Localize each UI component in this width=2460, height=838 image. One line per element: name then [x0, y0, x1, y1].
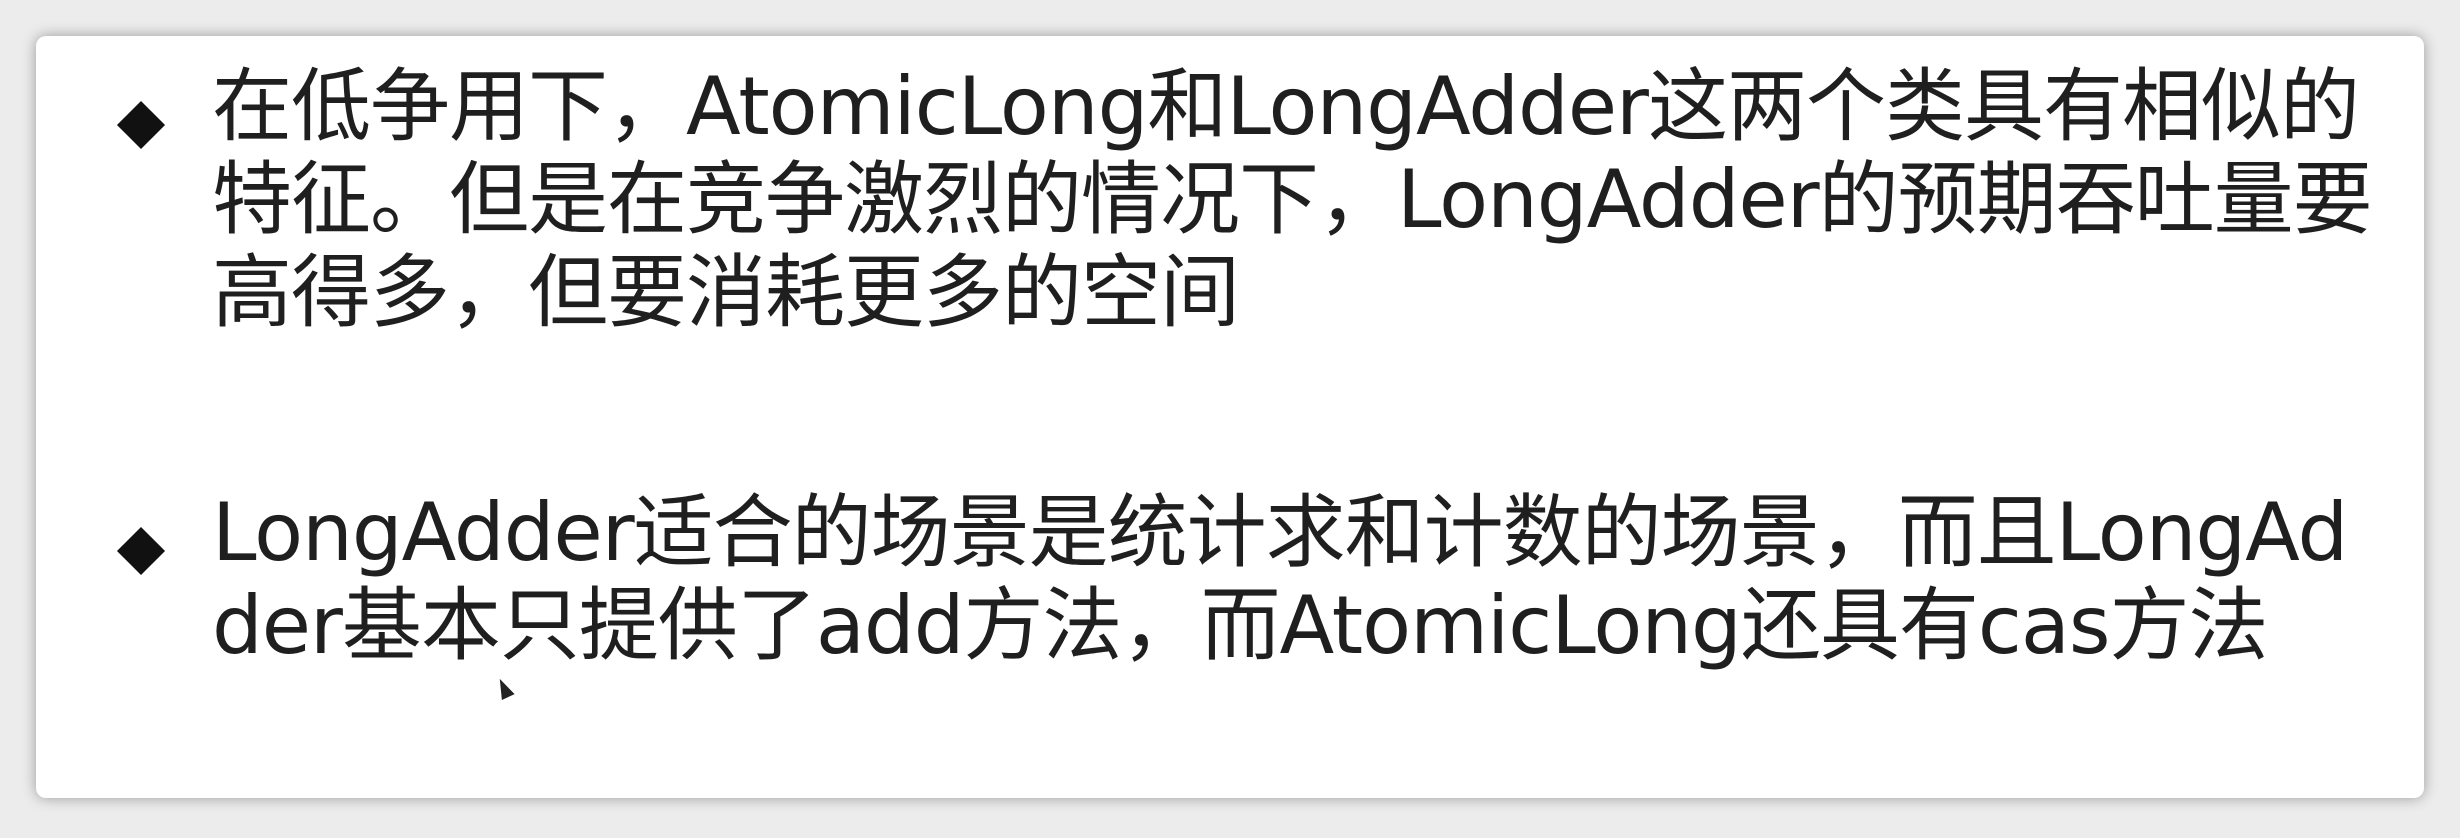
bullet-item-2: LongAdder适合的场景是统计求和计数的场景，而且LongAdder基本只提…: [116, 486, 2392, 672]
bullet-text-1: 在低争用下，AtomicLong和LongAdder这两个类具有相似的特征。但是…: [212, 60, 2373, 339]
slide-panel: 在低争用下，AtomicLong和LongAdder这两个类具有相似的特征。但是…: [36, 36, 2424, 798]
bullet-item-1: 在低争用下，AtomicLong和LongAdder这两个类具有相似的特征。但是…: [116, 60, 2392, 339]
mouse-cursor-icon: [493, 675, 515, 701]
bullet-text-2: LongAdder适合的场景是统计求和计数的场景，而且LongAdder基本只提…: [212, 486, 2348, 672]
diamond-bullet-icon: [116, 100, 164, 148]
diamond-bullet-icon: [116, 526, 164, 574]
